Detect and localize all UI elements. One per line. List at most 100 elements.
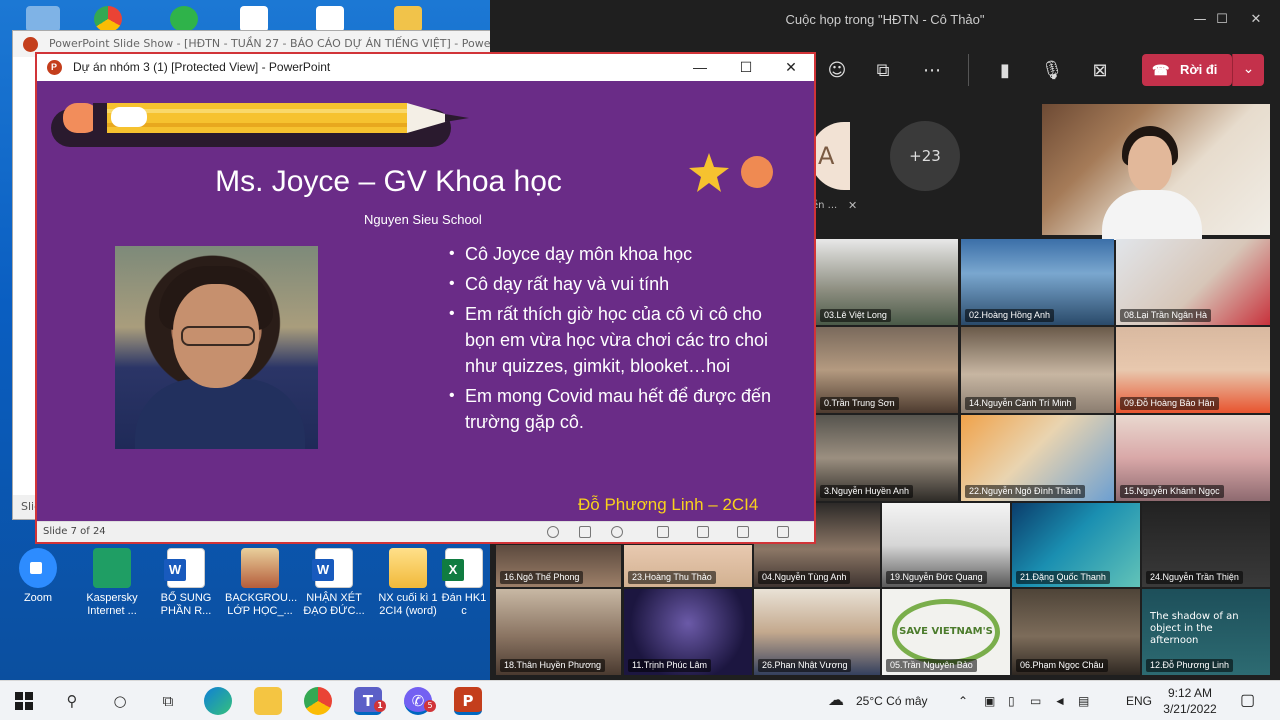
- next-slide-icon[interactable]: [611, 526, 623, 538]
- desktop-icon-folder-nx[interactable]: NX cuối kì 1 2CI4 (word): [373, 548, 443, 618]
- desktop-icon-background[interactable]: BACKGROU... LỚP HỌC_...: [225, 548, 298, 618]
- powerpoint-taskbar-icon[interactable]: P: [454, 687, 482, 715]
- camera-icon[interactable]: ▮: [990, 56, 1020, 86]
- participant-tile[interactable]: 23.Hoàng Thu Thảo: [624, 545, 752, 587]
- reactions-icon[interactable]: ☺: [822, 56, 852, 86]
- participant-tile[interactable]: 15.Nguyễn Khánh Ngọc: [1116, 415, 1270, 501]
- normal-view-icon[interactable]: [657, 526, 669, 538]
- desktop-icon-kaspersky[interactable]: Kaspersky Internet ...: [77, 548, 147, 618]
- leave-button[interactable]: ☎ Rời đi: [1142, 54, 1232, 86]
- share-screen-icon[interactable]: ⧉: [868, 56, 898, 86]
- keyboard-icon[interactable]: ▤: [1078, 681, 1089, 720]
- clock-date: 3/21/2022: [1163, 702, 1217, 716]
- edge-icon[interactable]: [204, 687, 232, 715]
- desktop-icon-word-nhanxet[interactable]: NHẬN XÉT ĐẠO ĐỨC...: [299, 548, 369, 618]
- slide-sorter-icon[interactable]: [697, 526, 709, 538]
- participant-tile[interactable]: 09.Đỗ Hoàng Bảo Hân: [1116, 327, 1270, 413]
- folder-icon: [389, 548, 427, 588]
- minimize-button[interactable]: —: [677, 54, 723, 81]
- search-icon[interactable]: ⚲: [58, 687, 86, 715]
- slide-canvas[interactable]: Ms. Joyce – GV Khoa học Nguyen Sieu Scho…: [37, 81, 814, 523]
- participant-tile[interactable]: The shadow of an object in the afternoon…: [1142, 589, 1270, 675]
- participant-tile[interactable]: 22.Nguyễn Ngô Đình Thành: [961, 415, 1114, 501]
- avatar[interactable]: A: [810, 122, 850, 190]
- participant-tile[interactable]: SAVE VIETNAM'S 05.Trần Nguyên Bảo: [882, 589, 1010, 675]
- slide-author: Đỗ Phương Linh – 2CI4: [578, 495, 759, 514]
- leave-options-chevron-icon[interactable]: ⌄: [1232, 54, 1264, 86]
- recycle-icon[interactable]: [26, 6, 60, 32]
- word-doc-icon: [312, 548, 353, 588]
- folder-icon[interactable]: [394, 6, 422, 32]
- clock-time: 9:12 AM: [1167, 686, 1213, 700]
- more-options-icon[interactable]: ⋯: [917, 56, 947, 86]
- slideshow-view-icon[interactable]: [777, 526, 789, 538]
- prev-slide-icon[interactable]: [547, 526, 559, 538]
- close-button[interactable]: ✕: [768, 54, 814, 81]
- participant-tile[interactable]: 3.Nguyễn Huyền Anh: [816, 415, 958, 501]
- volume-icon[interactable]: ◄: [1054, 681, 1066, 720]
- meet-now-icon[interactable]: ▣: [984, 681, 995, 720]
- participant-name: 03.Lê Việt Long: [820, 309, 891, 322]
- participant-tile[interactable]: 26.Phan Nhật Vương: [754, 589, 880, 675]
- more-participants-button[interactable]: +23: [890, 121, 960, 191]
- mic-off-icon: ✕: [848, 199, 858, 212]
- slide-counter: Slide 7 of 24: [43, 526, 106, 537]
- participant-tile[interactable]: 08.Lại Trần Ngân Hà: [1116, 239, 1270, 325]
- weather-icon[interactable]: ☁: [828, 681, 844, 720]
- teams-icon[interactable]: T 1: [354, 687, 386, 715]
- language-indicator[interactable]: ENG: [1126, 681, 1152, 720]
- tray-chevron-up-icon[interactable]: ⌃: [958, 681, 968, 720]
- desktop-icon-label: BACKGROU... LỚP HỌC_...: [225, 592, 298, 617]
- stop-sharing-icon[interactable]: ⊠: [1085, 56, 1115, 86]
- desktop-icon-label: NHẬN XÉT ĐẠO ĐỨC...: [303, 592, 365, 617]
- reading-view-icon[interactable]: [737, 526, 749, 538]
- clock[interactable]: 9:12 AM 3/21/2022: [1160, 685, 1220, 717]
- file-explorer-icon[interactable]: [254, 687, 282, 715]
- participant-tile[interactable]: 03.Lê Việt Long: [816, 239, 958, 325]
- weather-text[interactable]: 25°C Có mây: [856, 681, 928, 720]
- desktop-icon-excel[interactable]: Đán HK1 c: [440, 548, 488, 618]
- participant-name: 14.Nguyễn Cảnh Trí Minh: [965, 397, 1076, 410]
- teams-close-button[interactable]: ✕: [1236, 0, 1276, 40]
- participant-tile[interactable]: 18.Thân Huyền Phương: [496, 589, 621, 675]
- participant-name: 19.Nguyễn Đức Quang: [886, 571, 987, 584]
- participant-tile[interactable]: 14.Nguyễn Cảnh Trí Minh: [961, 327, 1114, 413]
- wifi-icon[interactable]: [170, 6, 198, 32]
- pencil-icon: [51, 103, 469, 147]
- participant-tile[interactable]: 19.Nguyễn Đức Quang: [882, 503, 1010, 587]
- participant-tile[interactable]: 02.Hoàng Hồng Anh: [961, 239, 1114, 325]
- chrome-icon[interactable]: [94, 6, 122, 32]
- word-icon[interactable]: [316, 6, 344, 32]
- desktop-icon-zoom[interactable]: Zoom: [3, 548, 73, 605]
- participant-tile[interactable]: 24.Nguyễn Trần Thiện: [1142, 503, 1270, 587]
- network-icon[interactable]: ▭: [1030, 681, 1041, 720]
- teacher-photo: [115, 246, 318, 449]
- participant-tile[interactable]: 16.Ngô Thế Phong: [496, 545, 621, 587]
- powerpoint-titlebar[interactable]: Dự án nhóm 3 (1) [Protected View] - Powe…: [37, 54, 814, 81]
- excel-icon: [442, 548, 483, 588]
- participant-tile[interactable]: 0.Trần Trung Sơn: [816, 327, 958, 413]
- viber-badge: 5: [424, 700, 436, 712]
- viber-icon[interactable]: ✆ 5: [404, 687, 436, 715]
- task-view-icon[interactable]: ⧉: [154, 687, 182, 715]
- participant-tile[interactable]: 21.Đặng Quốc Thanh: [1012, 503, 1140, 587]
- powerpoint-window[interactable]: Dự án nhóm 3 (1) [Protected View] - Powe…: [35, 52, 816, 544]
- bullet-item: Em rất thích giờ học của cô vì cô cho bọ…: [449, 301, 771, 379]
- participant-tile[interactable]: 06.Phạm Ngọc Châu: [1012, 589, 1140, 675]
- participant-tile[interactable]: 11.Trịnh Phúc Lâm: [624, 589, 752, 675]
- chrome-icon[interactable]: [304, 687, 332, 715]
- participant-name: 12.Đỗ Phương Linh: [1146, 659, 1233, 672]
- microphone-icon[interactable]: 🎙: [1037, 56, 1067, 86]
- presenter-face: [1128, 136, 1172, 192]
- maximize-button[interactable]: ☐: [723, 54, 769, 81]
- hang-up-icon: ☎: [1152, 62, 1170, 78]
- notifications-icon[interactable]: ▢: [1240, 681, 1255, 720]
- word-icon[interactable]: [240, 6, 268, 32]
- cortana-icon[interactable]: ○: [106, 687, 134, 715]
- notes-icon[interactable]: [579, 526, 591, 538]
- usb-icon[interactable]: ▯: [1008, 681, 1015, 720]
- presenter-video[interactable]: [1042, 104, 1270, 240]
- bullet-item: Em mong Covid mau hết để được đến trường…: [449, 383, 771, 435]
- windows-start-icon[interactable]: [10, 687, 38, 715]
- desktop-icon-word-bosung[interactable]: BỔ SUNG PHẦN R...: [151, 548, 221, 618]
